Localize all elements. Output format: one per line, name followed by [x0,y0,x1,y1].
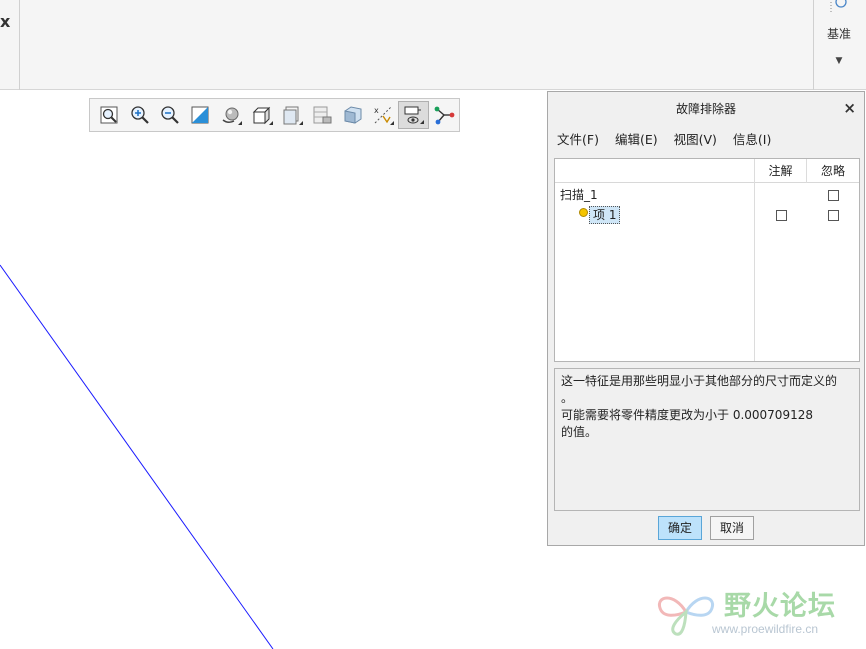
annotation-checkbox-item[interactable] [776,210,787,221]
cancel-button[interactable]: 取消 [710,516,754,540]
dropdown-corner-icon [238,121,243,125]
zoom-out-button[interactable] [155,101,185,129]
zoom-in-button[interactable] [124,101,154,129]
saved-orientations-button[interactable] [246,101,276,129]
problem-tree[interactable]: 注解 忽略 扫描_1 项 1 [554,158,860,362]
annotation-display-button[interactable] [398,101,429,129]
refit-button[interactable] [94,101,124,129]
warning-dot-icon [579,208,588,217]
display-style-button[interactable] [337,101,367,129]
display-style-icon [344,106,362,124]
menu-view[interactable]: 视图(V) [666,130,725,150]
ignore-checkbox-item[interactable] [828,210,839,221]
named-views-button[interactable] [277,101,307,129]
tree-node-item-label[interactable]: 项 1 [589,206,621,224]
spin-axis-button[interactable] [429,101,459,129]
datum-group[interactable]: 基准 ▼ [816,0,862,90]
dropdown-corner-icon [298,121,303,125]
graphics-canvas[interactable] [0,91,548,649]
column-header-ignore[interactable]: 忽略 [807,159,859,183]
datum-plane-icon [830,0,847,12]
ignore-checkbox-feature[interactable] [828,190,839,201]
menu-edit[interactable]: 编辑(E) [607,130,666,150]
sweep-trajectory-line[interactable] [0,264,274,649]
ribbon-left-panel: x [0,0,20,90]
message-line: 的值。 [561,425,598,439]
ribbon-separator [813,0,814,90]
graphics-toolbar: x [89,98,460,132]
dialog-menubar: 文件(F) 编辑(E) 视图(V) 信息(I) [548,130,779,150]
column-divider [754,159,755,361]
view-manager-button[interactable] [307,101,337,129]
spin-center-button[interactable] [216,101,246,129]
dropdown-corner-icon [419,120,424,124]
tree-node-feature[interactable]: 扫描_1 [560,187,598,203]
message-panel: 这一特征是用那些明显小于其他部分的尺寸而定义的 。 可能需要将零件精度更改为小于… [554,368,860,511]
dialog-title: 故障排除器 [548,92,864,124]
ok-button[interactable]: 确定 [658,516,702,540]
sketch-view [0,264,274,649]
watermark: 野火论坛 www.proewildfire.cn [654,582,860,642]
datum-label: 基准 [826,27,851,41]
svg-text:x: x [374,106,379,115]
menu-info[interactable]: 信息(I) [725,130,779,150]
refit-icon [100,106,118,124]
dropdown-corner-icon [268,121,273,125]
column-header-annotation[interactable]: 注解 [755,159,806,183]
repaint-button[interactable] [185,101,215,129]
watermark-title: 野火论坛 [724,591,836,622]
dropdown-corner-icon [390,121,395,125]
repaint-icon [191,106,209,124]
close-icon[interactable]: × [843,100,856,116]
chevron-down-icon[interactable]: ▼ [816,56,862,66]
menu-file[interactable]: 文件(F) [548,130,607,150]
zoom-in-icon [130,106,149,124]
watermark-url: www.proewildfire.cn [712,622,819,636]
ribbon: x 基准 ▼ [0,0,866,90]
view-manager-icon [313,106,332,124]
message-line: 可能需要将零件精度更改为小于 0.000709128 [561,408,813,422]
zoom-out-icon [161,106,179,124]
troubleshooter-dialog: 故障排除器 × 文件(F) 编辑(E) 视图(V) 信息(I) 注解 忽略 扫描… [547,91,865,546]
message-line: 这一特征是用那些明显小于其他部分的尺寸而定义的 [561,374,838,388]
forum-logo-icon [657,596,715,636]
close-icon[interactable]: x [0,12,10,31]
datum-display-button[interactable]: x [368,101,398,129]
message-line: 。 [561,391,574,405]
spin-axis-icon [434,106,455,125]
